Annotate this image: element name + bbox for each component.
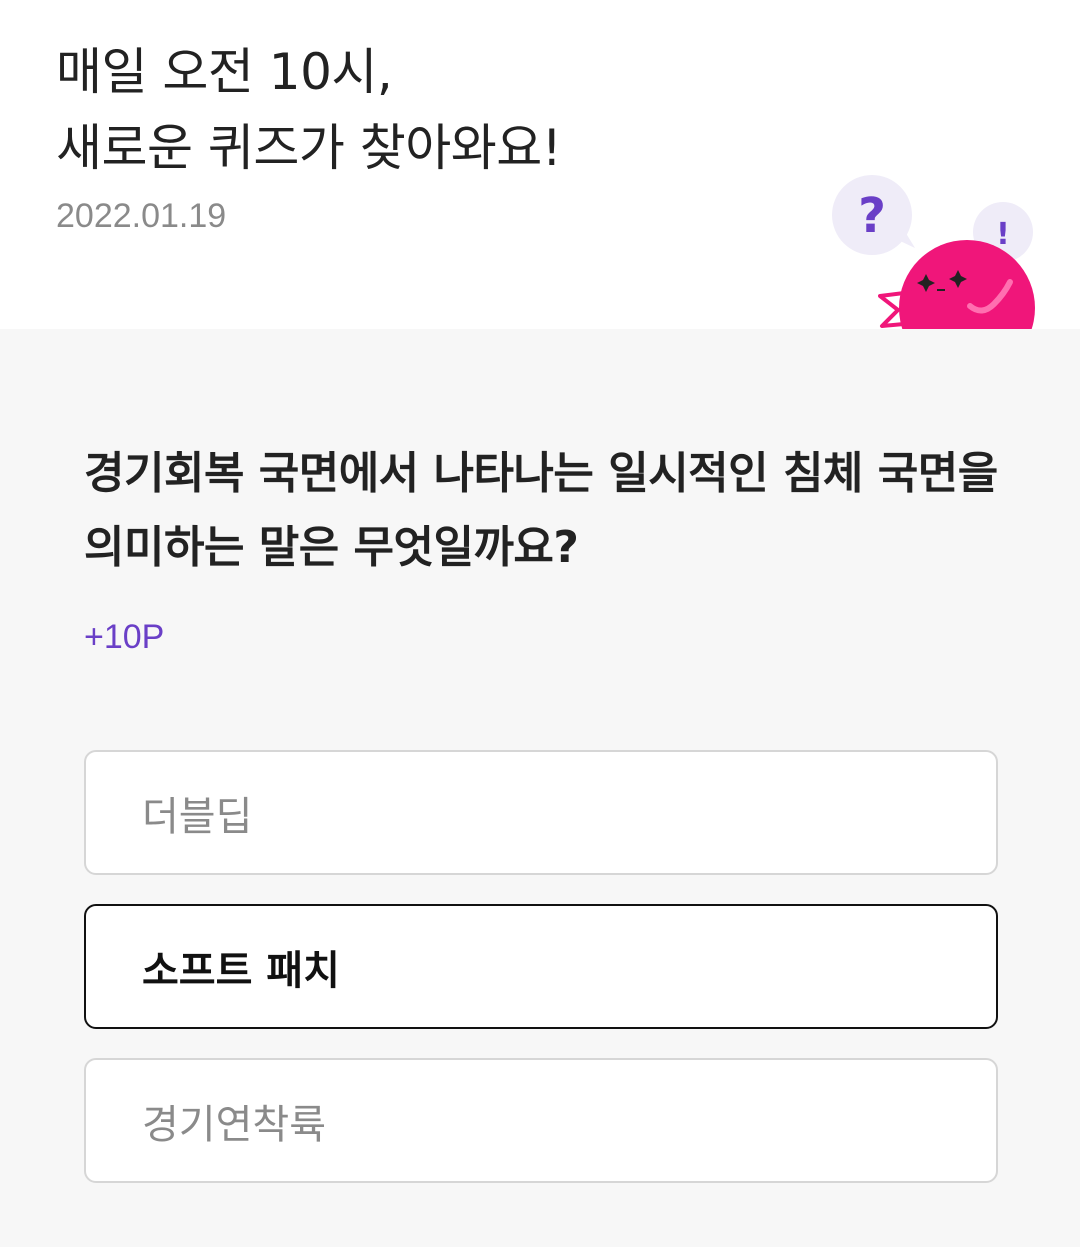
quiz-body: 경기회복 국면에서 나타나는 일시적인 침체 국면을 의미하는 말은 무엇일까요… [0, 329, 1080, 1247]
svg-text:!: ! [996, 217, 1010, 252]
answer-option-label: 경기연착륙 [142, 1101, 326, 1148]
title-line-2: 새로운 퀴즈가 찾아와요! [56, 119, 562, 177]
answer-option-2[interactable]: 소프트 패치 [84, 904, 998, 1029]
quiz-question: 경기회복 국면에서 나타나는 일시적인 침체 국면을 의미하는 말은 무엇일까요… [84, 448, 998, 573]
page-title: 매일 오전 10시, 새로운 퀴즈가 찾아와요! [56, 34, 562, 186]
mascot-illustration: ? ! [820, 160, 1060, 329]
answer-option-label: 더블딥 [142, 793, 253, 840]
svg-text:?: ? [858, 188, 886, 244]
quiz-header: 매일 오전 10시, 새로운 퀴즈가 찾아와요! 2022.01.19 ? ! [0, 0, 1080, 329]
title-line-1: 매일 오전 10시, [56, 43, 393, 101]
quiz-date: 2022.01.19 [56, 197, 227, 235]
answer-option-label: 소프트 패치 [142, 947, 340, 994]
points-reward: +10P [84, 618, 165, 656]
question-bubble-icon: ? [832, 175, 915, 255]
answer-option-3[interactable]: 경기연착륙 [84, 1058, 998, 1183]
answer-option-1[interactable]: 더블딥 [84, 750, 998, 875]
